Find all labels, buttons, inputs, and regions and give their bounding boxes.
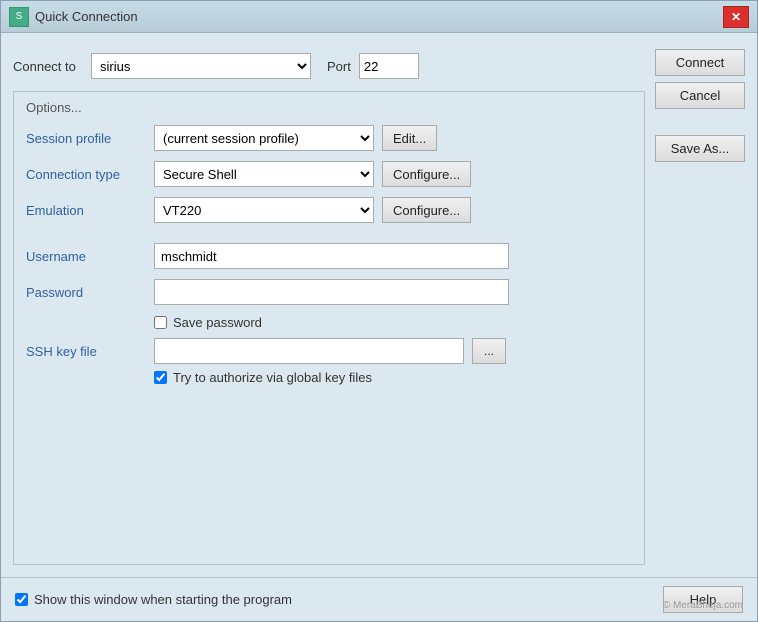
try-authorize-checkbox[interactable] <box>154 371 167 384</box>
port-input[interactable] <box>359 53 419 79</box>
session-profile-select[interactable]: (current session profile) <box>154 125 374 151</box>
ssh-key-row: SSH key file ... <box>26 338 632 364</box>
connection-type-select[interactable]: Secure Shell <box>154 161 374 187</box>
ssh-key-label: SSH key file <box>26 344 146 359</box>
edit-button[interactable]: Edit... <box>382 125 437 151</box>
emulation-configure-button[interactable]: Configure... <box>382 197 471 223</box>
content-area: Connect to sirius Port Options... Sessio… <box>1 33 757 577</box>
emulation-select[interactable]: VT220 <box>154 197 374 223</box>
save-password-row: Save password <box>154 315 632 330</box>
username-label: Username <box>26 249 146 264</box>
connect-button[interactable]: Connect <box>655 49 745 76</box>
password-row: Password <box>26 279 632 305</box>
password-input[interactable] <box>154 279 509 305</box>
ssh-key-input[interactable] <box>154 338 464 364</box>
options-title: Options... <box>26 100 632 115</box>
window-title: Quick Connection <box>35 9 138 24</box>
options-section: Options... Session profile (current sess… <box>13 91 645 565</box>
session-profile-row: Session profile (current session profile… <box>26 125 632 151</box>
show-window-checkbox[interactable] <box>15 593 28 606</box>
show-window-label: Show this window when starting the progr… <box>34 592 292 607</box>
app-icon: S <box>9 7 29 27</box>
bottom-bar: Show this window when starting the progr… <box>1 577 757 621</box>
connect-to-row: Connect to sirius Port <box>13 45 645 91</box>
title-bar-left: S Quick Connection <box>9 7 138 27</box>
save-password-label: Save password <box>173 315 262 330</box>
try-authorize-label: Try to authorize via global key files <box>173 370 372 385</box>
title-bar: S Quick Connection ✕ <box>1 1 757 33</box>
save-as-button[interactable]: Save As... <box>655 135 745 162</box>
try-authorize-row: Try to authorize via global key files <box>154 370 632 385</box>
connection-type-row: Connection type Secure Shell Configure..… <box>26 161 632 187</box>
username-input[interactable] <box>154 243 509 269</box>
username-row: Username <box>26 243 632 269</box>
emulation-row: Emulation VT220 Configure... <box>26 197 632 223</box>
main-panel: Connect to sirius Port Options... Sessio… <box>13 45 645 565</box>
emulation-label: Emulation <box>26 203 146 218</box>
connect-to-select[interactable]: sirius <box>91 53 311 79</box>
save-password-checkbox[interactable] <box>154 316 167 329</box>
close-button[interactable]: ✕ <box>723 6 749 28</box>
cancel-button[interactable]: Cancel <box>655 82 745 109</box>
password-label: Password <box>26 285 146 300</box>
browse-button[interactable]: ... <box>472 338 506 364</box>
port-label: Port <box>327 59 351 74</box>
watermark: © MeraBheja.com <box>663 600 743 611</box>
connect-to-label: Connect to <box>13 59 83 74</box>
connection-type-configure-button[interactable]: Configure... <box>382 161 471 187</box>
connection-type-label: Connection type <box>26 167 146 182</box>
show-window-row: Show this window when starting the progr… <box>15 592 292 607</box>
session-profile-label: Session profile <box>26 131 146 146</box>
side-buttons: Connect Cancel Save As... <box>655 45 745 565</box>
main-window: S Quick Connection ✕ Connect to sirius P… <box>0 0 758 622</box>
